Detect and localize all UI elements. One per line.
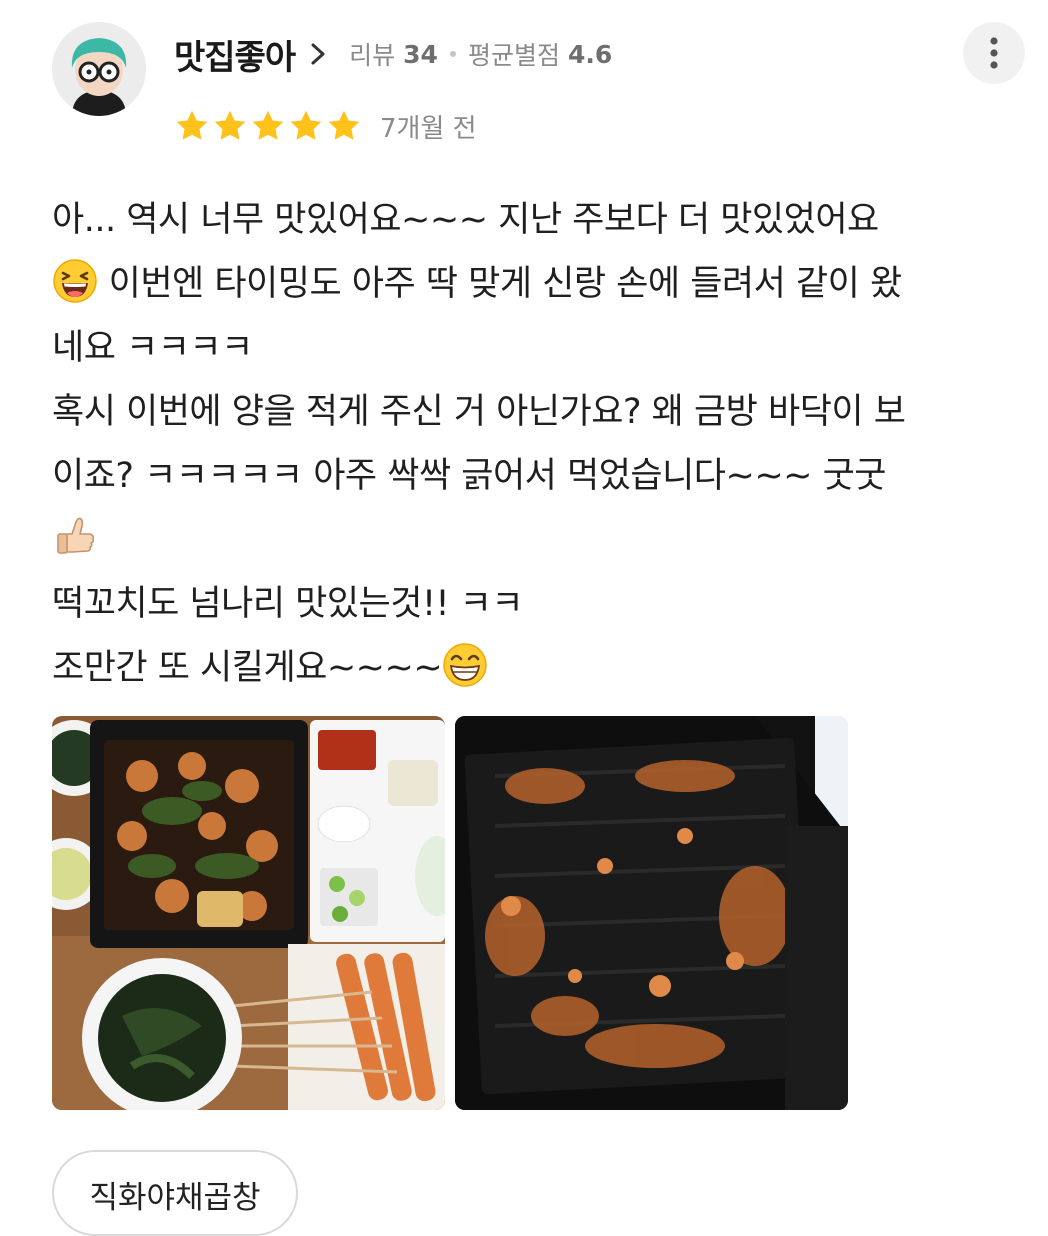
review-photo-1[interactable]: [52, 716, 445, 1110]
review-line-text: 이번엔 타이밍도 아주 딱 맞게 신랑 손에 들려서 같이 왔: [98, 264, 903, 304]
grinning-face-emoji-icon: [443, 643, 487, 687]
food-photo-full-meal-image: [52, 716, 445, 1110]
star-icon: [328, 110, 360, 140]
review-line: 아... 역시 너무 맛있어요~~~ 지난 주보다 더 맛있었어요: [52, 200, 879, 240]
laughing-face-emoji-icon: [53, 259, 97, 303]
reviewer-avatar[interactable]: [52, 22, 146, 116]
reviewer-name[interactable]: 맛집좋아: [174, 30, 296, 79]
review-line: [52, 508, 1020, 572]
review-line: 네요 ㅋㅋㅋㅋ: [52, 328, 253, 368]
more-vertical-icon: [990, 37, 998, 69]
review-line: 이번엔 타이밍도 아주 딱 맞게 신랑 손에 들려서 같이 왔: [52, 252, 1020, 316]
star-icon: [214, 110, 246, 140]
menu-tag-chip[interactable]: 직화야채곱창: [52, 1150, 298, 1236]
review-line: 혹시 이번에 양을 적게 주신 거 아닌가요? 왜 금방 바닥이 보: [52, 392, 906, 432]
separator-dot: [449, 51, 456, 57]
reviewer-stats: 리뷰 34 평균별점 4.6: [349, 36, 612, 72]
review-line-text: 조만간 또 시킬게요~~~~: [52, 648, 443, 688]
avg-rating-label: 평균별점: [467, 41, 560, 70]
food-photo-empty-tray-image: [455, 716, 848, 1110]
avatar-illustration: [52, 22, 146, 116]
star-icon: [290, 110, 322, 140]
review-count-label: 리뷰: [349, 41, 396, 70]
review-count: 34: [403, 39, 438, 69]
chevron-right-icon[interactable]: [309, 41, 327, 67]
star-icon: [176, 110, 208, 140]
thumbs-up-emoji-icon: [57, 517, 95, 554]
avg-rating: 4.6: [567, 39, 613, 69]
review-photo-2[interactable]: [455, 716, 848, 1110]
review-text: 아... 역시 너무 맛있어요~~~ 지난 주보다 더 맛있었어요 이번엔 타이…: [52, 188, 1020, 700]
star-rating: [174, 108, 362, 144]
review-line: 조만간 또 시킬게요~~~~: [52, 636, 1020, 700]
review-line: 떡꼬치도 넘나리 맛있는것!! ㅋㅋ: [52, 584, 524, 624]
reviewer-header: 맛집좋아 리뷰 34 평균별점 4.6: [174, 28, 612, 80]
review-date: 7개월 전: [380, 113, 477, 144]
more-options-button[interactable]: [963, 22, 1025, 84]
star-icon: [252, 110, 284, 140]
review-line: 이죠? ㅋㅋㅋㅋㅋ 아주 싹싹 긁어서 먹었습니다~~~ 굿굿: [52, 456, 887, 496]
rating-row: 7개월 전: [174, 104, 477, 148]
